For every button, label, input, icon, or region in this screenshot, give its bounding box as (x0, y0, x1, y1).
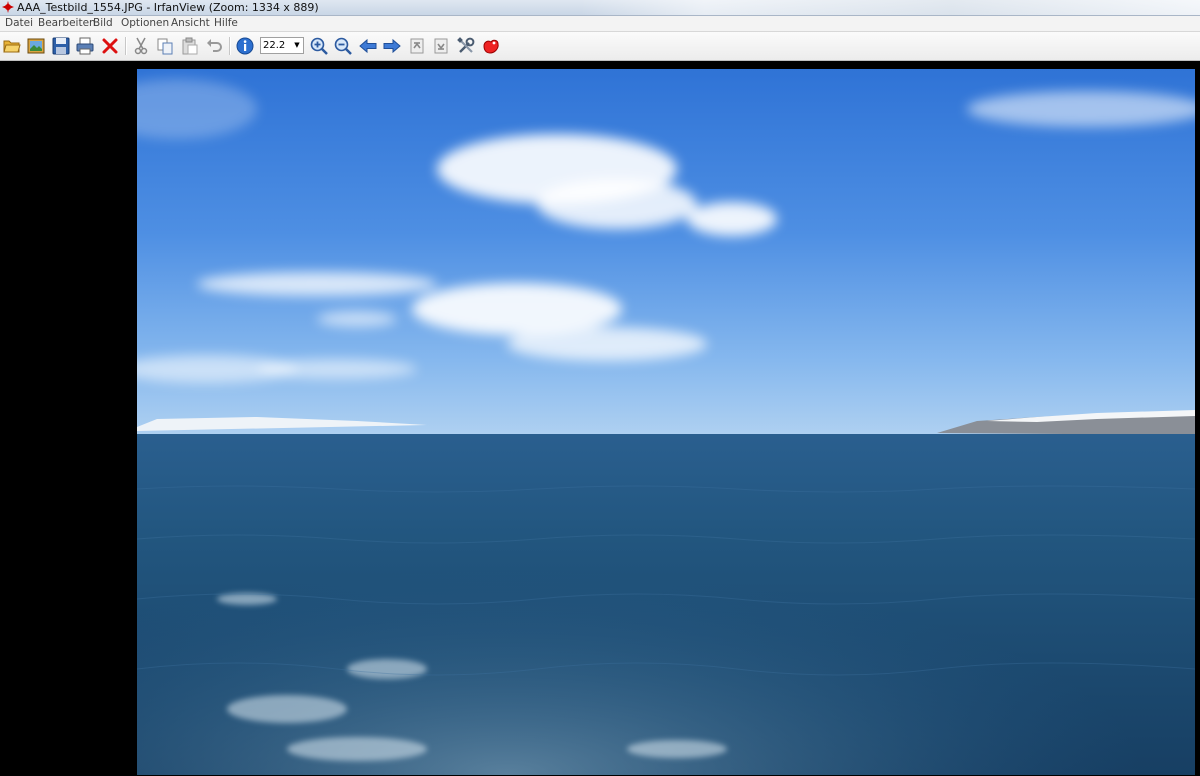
save-button[interactable] (51, 36, 71, 56)
image-viewer[interactable] (0, 62, 1200, 776)
thumbnails-icon (27, 38, 45, 54)
zoom-out-icon (334, 37, 352, 55)
menu-hilfe[interactable]: Hilfe (214, 16, 238, 31)
settings-button[interactable] (456, 36, 476, 56)
info-button[interactable] (235, 36, 255, 56)
delete-icon (102, 38, 118, 54)
last-page-button[interactable] (431, 36, 451, 56)
window-title: AAA_Testbild_1554.JPG - IrfanView (Zoom:… (17, 1, 319, 14)
menu-bearbeiten[interactable]: Bearbeiten (38, 16, 96, 31)
delete-button[interactable] (100, 36, 120, 56)
title-bar: AAA_Testbild_1554.JPG - IrfanView (Zoom:… (0, 0, 1200, 16)
cut-icon (134, 37, 148, 55)
plugin-button[interactable] (481, 36, 501, 56)
undo-icon (207, 39, 222, 52)
next-icon (383, 38, 401, 54)
menu-bar: Datei Bearbeiten Bild Optionen Ansicht H… (0, 16, 1200, 32)
first-page-icon (410, 38, 424, 54)
next-button[interactable] (382, 36, 402, 56)
settings-icon (457, 37, 475, 53)
chevron-down-icon[interactable]: ▼ (292, 38, 302, 53)
info-icon (236, 37, 254, 55)
paste-icon (182, 37, 198, 55)
plugin-icon (483, 39, 499, 54)
zoom-value: 22.2 (263, 40, 286, 51)
copy-icon (157, 38, 173, 55)
displayed-image[interactable] (137, 69, 1195, 775)
zoom-select[interactable]: 22.2 ▼ (260, 37, 304, 54)
open-button[interactable] (2, 36, 22, 56)
paste-button[interactable] (180, 36, 200, 56)
copy-button[interactable] (155, 36, 175, 56)
irfanview-app-icon[interactable] (2, 1, 14, 13)
toolbar-separator (125, 37, 127, 55)
save-icon (52, 37, 70, 55)
toolbar-separator (229, 37, 231, 55)
print-button[interactable] (75, 36, 95, 56)
ship-wake (137, 434, 1195, 775)
toolbar: 22.2 ▼ (0, 32, 1200, 61)
menu-bild[interactable]: Bild (93, 16, 113, 31)
first-page-button[interactable] (407, 36, 427, 56)
open-icon (3, 40, 21, 53)
menu-optionen[interactable]: Optionen (121, 16, 169, 31)
cut-button[interactable] (131, 36, 151, 56)
menu-ansicht[interactable]: Ansicht (171, 16, 210, 31)
zoom-in-button[interactable] (309, 36, 329, 56)
print-icon (76, 37, 94, 55)
thumbnails-button[interactable] (26, 36, 46, 56)
title-bar-background (580, 0, 1200, 15)
last-page-icon (434, 38, 448, 54)
zoom-in-icon (310, 37, 328, 55)
zoom-out-button[interactable] (333, 36, 353, 56)
menu-datei[interactable]: Datei (5, 16, 33, 31)
undo-button[interactable] (204, 36, 224, 56)
previous-icon (359, 38, 377, 54)
previous-button[interactable] (358, 36, 378, 56)
